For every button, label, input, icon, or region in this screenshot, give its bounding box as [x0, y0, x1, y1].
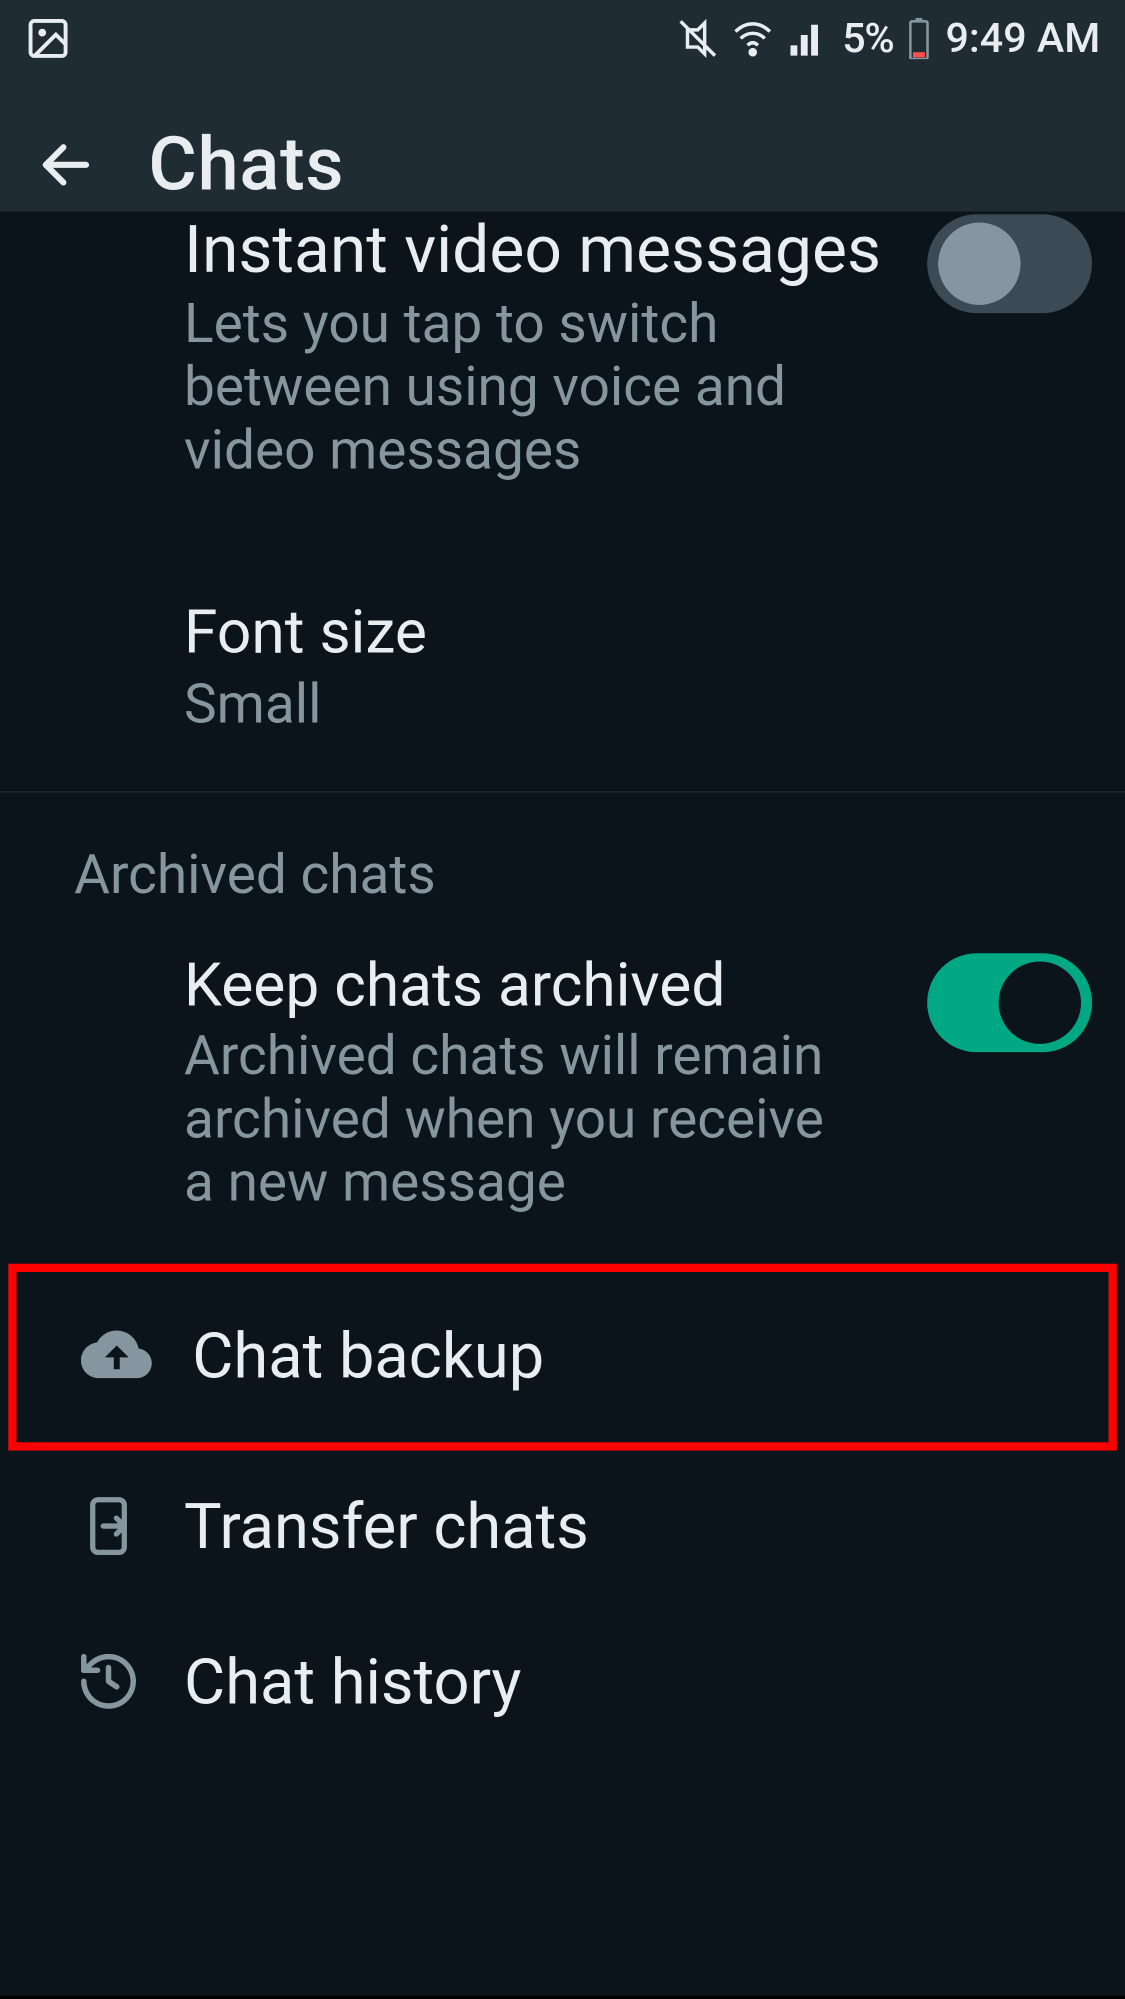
setting-transfer-chats[interactable]: Transfer chats: [0, 1451, 1125, 1606]
setting-font-size[interactable]: Font size Small: [0, 573, 1125, 761]
cloud-upload-icon: [81, 1319, 152, 1396]
phone-arrow-icon: [77, 1494, 140, 1563]
setting-keep-chats-archived[interactable]: Keep chats archived Archived chats will …: [0, 912, 1125, 1240]
keep-archived-toggle[interactable]: [927, 953, 1092, 1052]
battery-icon: [907, 18, 932, 59]
screenshot-notification-icon: [25, 15, 72, 62]
status-time: 9:49 AM: [946, 14, 1101, 62]
chats-settings-screen: 5% 9:49 AM Chats Instant video messag: [0, 0, 1125, 1996]
back-button[interactable]: [33, 132, 99, 198]
cellular-signal-icon: [787, 18, 828, 59]
status-bar: 5% 9:49 AM: [0, 0, 1125, 77]
setting-title: Font size: [184, 598, 1081, 667]
battery-percent-text: 5%: [842, 14, 893, 62]
history-icon: [76, 1648, 142, 1719]
setting-subtitle: Lets you tap to switch between using voi…: [184, 293, 830, 483]
highlight-chat-backup: Chat backup: [8, 1264, 1116, 1451]
instant-video-toggle[interactable]: [927, 214, 1092, 313]
setting-title: Transfer chats: [184, 1492, 1081, 1565]
vibrate-mute-icon: [677, 18, 718, 59]
section-header-archived: Archived chats: [0, 792, 1125, 912]
setting-title: Keep chats archived: [184, 950, 905, 1019]
setting-title: Chat backup: [192, 1321, 1072, 1394]
setting-title: Chat history: [184, 1647, 1081, 1720]
setting-title: Instant video messages: [184, 212, 905, 288]
setting-chat-history[interactable]: Chat history: [0, 1606, 1125, 1761]
arrow-left-icon: [36, 135, 96, 195]
page-title: Chats: [148, 122, 344, 209]
setting-instant-video-messages[interactable]: Instant video messages Lets you tap to s…: [0, 212, 1125, 508]
setting-chat-backup[interactable]: Chat backup: [41, 1319, 1084, 1396]
setting-value: Small: [184, 673, 830, 736]
wifi-icon: [732, 18, 773, 59]
setting-subtitle: Archived chats will remain archived when…: [184, 1025, 830, 1215]
